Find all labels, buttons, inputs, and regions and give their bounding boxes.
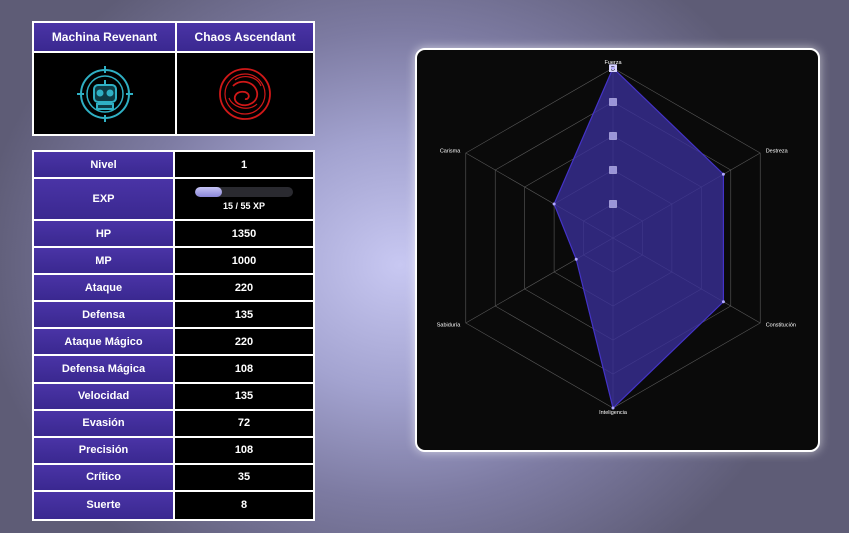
data-point-destreza: [721, 172, 725, 176]
stat-label-speed: Velocidad: [34, 383, 175, 411]
radar-chart-panel: B Fuerza Destreza Constitución Inteligencia S…: [415, 48, 820, 452]
data-point-constitución: [721, 300, 725, 304]
axis-label-destreza: Destreza: [766, 149, 789, 155]
exp-progress-bar: [195, 187, 293, 197]
stat-label-exp: EXP: [34, 179, 175, 221]
scale-tick-2: [609, 200, 617, 208]
data-point-sabiduría: [574, 257, 578, 261]
radar-chart: BFuerzaDestrezaConstituciónInteligenciaS…: [437, 60, 796, 416]
stat-value-precision: 108: [175, 437, 313, 465]
exp-text: 15 / 55 XP: [222, 201, 266, 211]
stat-value-magic-defense: 108: [175, 356, 313, 384]
stat-label-defense: Defensa: [34, 302, 175, 330]
stat-value-magic-attack: 220: [175, 329, 313, 357]
stat-value-attack: 220: [175, 275, 313, 303]
character-portrait-2[interactable]: [177, 53, 313, 134]
axis-label-inteligencia: Inteligencia: [599, 410, 628, 416]
stat-value-mp: 1000: [175, 248, 313, 276]
character-name-2: Chaos Ascendant: [177, 23, 313, 53]
robot-emblem-icon: [76, 65, 133, 122]
stat-value-defense: 135: [175, 302, 313, 330]
stat-label-evasion: Evasión: [34, 410, 175, 438]
data-polygon: [553, 66, 725, 410]
stat-label-critical: Crítico: [34, 464, 175, 492]
axis-label-carisma: Carisma: [440, 149, 461, 155]
scale-tick-8: [609, 98, 617, 106]
axis-label-sabiduría: Sabiduría: [437, 323, 461, 329]
stat-label-attack: Ataque: [34, 275, 175, 303]
axis-label-fuerza: Fuerza: [604, 60, 622, 66]
stat-value-luck: 8: [175, 491, 313, 519]
stat-label-luck: Suerte: [34, 491, 175, 519]
stats-table: Nivel 1 EXP 15 / 55 XP HP 1350 MP 1000 A…: [32, 150, 315, 521]
stat-label-magic-attack: Ataque Mágico: [34, 329, 175, 357]
stat-value-evasion: 72: [175, 410, 313, 438]
axis-label-constitución: Constitución: [766, 323, 796, 329]
data-point-fuerza: [611, 66, 615, 70]
chaos-sigil-icon: [219, 67, 271, 120]
stat-label-magic-defense: Defensa Mágica: [34, 356, 175, 384]
stat-label-hp: HP: [34, 221, 175, 249]
character-table: Machina Revenant Chaos Ascendant: [32, 21, 315, 136]
stat-label-mp: MP: [34, 248, 175, 276]
character-portrait-1[interactable]: [34, 53, 177, 134]
stat-label-precision: Precisión: [34, 437, 175, 465]
stat-value-level: 1: [175, 152, 313, 179]
scale-tick-6: [609, 132, 617, 140]
character-name-1: Machina Revenant: [34, 23, 177, 53]
stat-value-critical: 35: [175, 464, 313, 492]
scale-tick-4: [609, 166, 617, 174]
stat-value-hp: 1350: [175, 221, 313, 249]
data-point-carisma: [552, 202, 556, 206]
exp-cell: 15 / 55 XP: [175, 179, 313, 221]
stat-value-speed: 135: [175, 383, 313, 411]
exp-progress-fill: [195, 187, 222, 197]
stat-label-level: Nivel: [34, 152, 175, 179]
